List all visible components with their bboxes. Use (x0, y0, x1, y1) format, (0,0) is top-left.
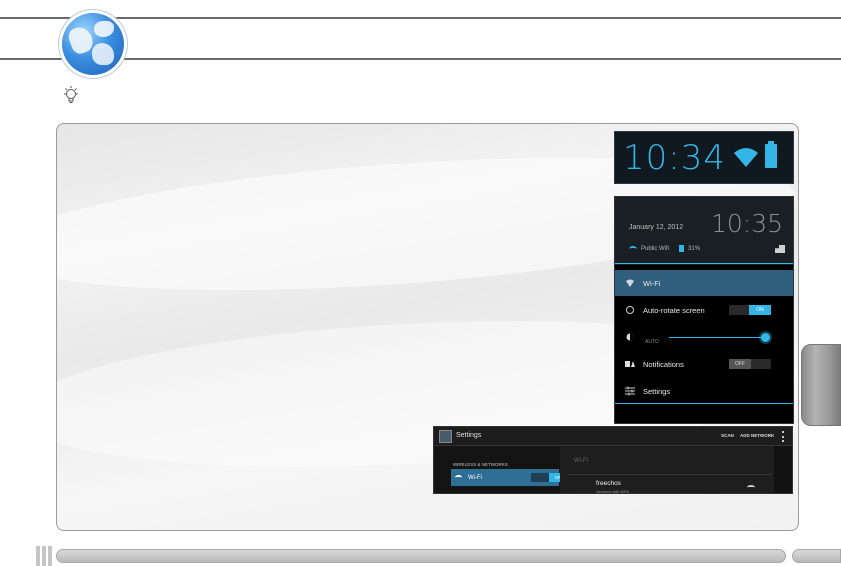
battery-icon (679, 245, 685, 252)
footer-page-tab (792, 549, 841, 563)
wifi-icon (629, 245, 637, 252)
clock-time: 10:34 (623, 138, 726, 178)
notification-shade-screenshot: January 12, 2012 10:35 Public Wifi 31% W… (614, 196, 794, 424)
brightness-slider-track[interactable] (669, 337, 769, 338)
brightness-slider-knob[interactable] (761, 333, 770, 342)
wifi-icon (455, 475, 462, 480)
settings-app-icon[interactable] (439, 430, 452, 443)
status-bar-clock-screenshot: 10:34 (614, 131, 794, 184)
wifi-networks-heading: Wi-Fi (574, 458, 588, 464)
brightness-auto-label: AUTO (645, 339, 659, 345)
battery-icon (765, 141, 777, 168)
settings-right-pane (560, 446, 774, 493)
shade-notifications-label: Notifications (643, 359, 684, 369)
lightbulb-icon (64, 86, 78, 103)
shade-autorotate-label: Auto-rotate screen (643, 305, 705, 315)
notifications-toggle[interactable]: OFF (729, 359, 771, 369)
shade-divider (615, 263, 793, 264)
shade-row-notifications[interactable]: Notifications OFF (615, 351, 793, 377)
add-network-button[interactable]: ADD NETWORK (740, 433, 774, 438)
shade-wifi-label: Wi-Fi (643, 278, 661, 288)
shade-row-autorotate[interactable]: Auto-rotate screen ON (615, 297, 793, 323)
header-top-rule (0, 17, 841, 19)
network-security: Secured with WPA (596, 489, 630, 494)
wifi-settings-screenshot: Settings SCAN ADD NETWORK WIRELESS & NET… (433, 426, 793, 494)
settings-item-wifi[interactable]: Wi-Fi ON (451, 469, 567, 486)
settings-sliders-icon (625, 386, 635, 396)
shade-date: January 12, 2012 (629, 224, 684, 231)
shade-row-wifi[interactable]: Wi-Fi (615, 270, 793, 296)
shade-network-status: Public Wifi 31% (629, 245, 700, 252)
shade-settings-label: Settings (643, 386, 671, 396)
secured-wifi-icon (747, 485, 755, 490)
globe-icon (62, 13, 124, 75)
footer-bar (56, 549, 786, 563)
rotate-icon (626, 306, 634, 314)
settings-wifi-label: Wi-Fi (468, 474, 482, 481)
shade-battery-level: 31% (688, 245, 701, 252)
page-footer (0, 546, 841, 566)
footer-stripes (36, 546, 58, 566)
header-bottom-rule (0, 58, 841, 60)
autorotate-toggle[interactable]: ON (729, 305, 771, 315)
settings-divider (568, 474, 772, 475)
wifi-icon (626, 279, 634, 287)
notifications-toggle-state: OFF (729, 359, 751, 369)
shade-bottom-divider (615, 403, 793, 404)
shade-row-settings[interactable]: Settings (615, 378, 793, 404)
shade-time: 10:35 (711, 209, 784, 238)
settings-title: Settings (456, 432, 482, 439)
settings-category-heading: WIRELESS & NETWORKS (453, 462, 508, 467)
brightness-icon (626, 333, 634, 341)
shade-network-name: Public Wifi (641, 245, 670, 252)
notifications-icon (625, 361, 635, 367)
scan-button[interactable]: SCAN (721, 433, 734, 438)
autorotate-toggle-state: ON (749, 305, 771, 315)
wifi-icon (734, 148, 758, 167)
overflow-menu-icon[interactable] (782, 431, 784, 442)
network-name[interactable]: freechos (596, 480, 621, 487)
chapter-side-tab (801, 344, 841, 426)
